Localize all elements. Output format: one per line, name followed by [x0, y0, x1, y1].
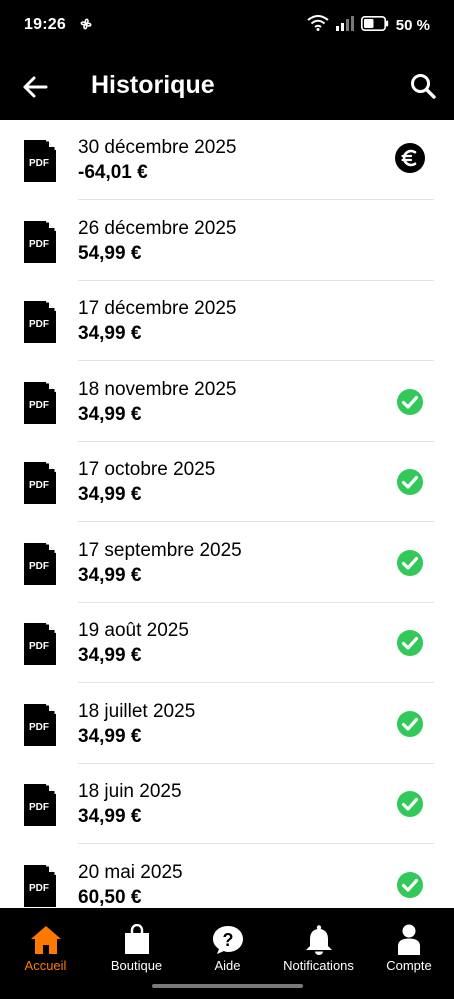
home-indicator[interactable] [152, 984, 303, 988]
paid-check-icon [396, 871, 424, 899]
invoice-date: 20 mai 2025 [78, 861, 183, 883]
search-icon [411, 74, 436, 99]
nav-label-notifications: Notifications [283, 958, 354, 973]
invoice-row[interactable]: PDF 26 décembre 2025 54,99 € [0, 201, 454, 281]
battery-percent: 50 % [395, 17, 430, 34]
status-time: 19:26 [24, 16, 66, 33]
nav-item-accueil[interactable]: Accueil [0, 908, 91, 978]
invoice-date: 18 novembre 2025 [78, 378, 237, 400]
pdf-file-icon[interactable]: PDF [24, 462, 56, 504]
invoice-row[interactable]: PDF 17 septembre 2025 34,99 € [0, 523, 454, 603]
paid-check-icon [396, 629, 424, 657]
invoice-row[interactable]: PDF 17 décembre 2025 34,99 € [0, 281, 454, 361]
pdf-label: PDF [29, 239, 49, 250]
svg-text:?: ? [222, 930, 233, 950]
pdf-file-icon[interactable]: PDF [24, 623, 56, 665]
bell-icon [305, 923, 333, 955]
invoice-list[interactable]: PDF 30 décembre 2025 -64,01 € PDF 26 décembr… [0, 120, 454, 908]
paid-check-icon [396, 468, 424, 496]
pdf-label: PDF [29, 641, 49, 652]
pdf-file-icon[interactable]: PDF [24, 381, 56, 424]
invoice-row[interactable]: PDF 18 juin 2025 34,99 € [0, 764, 454, 844]
pdf-label: PDF [29, 722, 49, 733]
nav-label-boutique: Boutique [110, 958, 163, 973]
fan-icon [78, 16, 94, 37]
pdf-file-icon[interactable]: PDF [24, 140, 56, 182]
nav-item-compte[interactable]: Compte [364, 908, 454, 978]
pdf-label: PDF [29, 883, 49, 894]
invoice-amount: 54,99 € [78, 242, 142, 264]
invoice-row[interactable]: PDF 19 août 2025 34,99 € [0, 603, 454, 683]
pdf-file-icon[interactable]: PDF [24, 301, 56, 343]
pdf-label: PDF [29, 158, 49, 169]
invoice-amount: 34,99 € [78, 484, 142, 505]
invoice-date: 19 août 2025 [78, 620, 189, 641]
nav-label-accueil: Accueil [24, 958, 67, 973]
euro-icon[interactable] [394, 142, 426, 174]
invoice-amount: -64,01 € [78, 162, 148, 183]
pdf-file-icon[interactable]: PDF [24, 784, 56, 826]
invoice-amount: 34,99 € [78, 725, 142, 747]
user-icon [397, 923, 421, 955]
invoice-amount: 34,99 € [78, 403, 142, 425]
paid-check-icon [396, 710, 424, 738]
invoice-date: 17 septembre 2025 [78, 539, 242, 561]
invoice-amount: 34,99 € [78, 564, 142, 586]
paid-check-icon [396, 790, 424, 818]
pdf-file-icon[interactable]: PDF [24, 542, 56, 585]
invoice-date: 17 décembre 2025 [78, 298, 237, 319]
invoice-date: 17 octobre 2025 [78, 459, 216, 480]
pdf-label: PDF [29, 400, 49, 411]
nav-item-notifications[interactable]: Notifications [273, 908, 364, 978]
pdf-label: PDF [29, 319, 49, 330]
invoice-amount: 60,50 € [78, 886, 142, 908]
invoice-row[interactable]: PDF 18 novembre 2025 34,99 € [0, 362, 454, 442]
pdf-label: PDF [29, 480, 49, 491]
paid-check-icon [396, 549, 424, 577]
app-bar: Historique [0, 52, 454, 120]
nav-label-aide: Aide [214, 958, 241, 973]
search-button[interactable] [406, 69, 440, 103]
help-icon: ? [212, 923, 244, 955]
invoice-date: 30 décembre 2025 [78, 137, 237, 158]
invoice-date: 18 juillet 2025 [78, 700, 196, 722]
back-button[interactable] [18, 70, 52, 104]
status-bar: 19:26 50 % [0, 0, 454, 52]
battery-icon [360, 15, 389, 36]
nav-label-compte: Compte [386, 958, 432, 973]
invoice-amount: 34,99 € [78, 323, 142, 344]
invoice-row[interactable]: PDF 30 décembre 2025 -64,01 € [0, 120, 454, 200]
shopping-bag-icon [124, 923, 150, 955]
pdf-file-icon[interactable]: PDF [24, 220, 56, 263]
nav-item-boutique[interactable]: Boutique [91, 908, 182, 978]
invoice-date: 18 juin 2025 [78, 781, 182, 802]
invoice-amount: 34,99 € [78, 806, 142, 827]
wifi-icon [307, 15, 329, 36]
pdf-label: PDF [29, 561, 49, 572]
pdf-label: PDF [29, 802, 49, 813]
nav-item-aide[interactable]: ? Aide [182, 908, 273, 978]
invoice-row[interactable]: PDF 18 juillet 2025 34,99 € [0, 684, 454, 764]
signal-icon [335, 15, 354, 36]
invoice-row[interactable]: PDF 20 mai 2025 60,50 € [0, 845, 454, 909]
page-title: Historique [91, 71, 215, 99]
invoice-amount: 34,99 € [78, 645, 142, 666]
paid-check-icon [396, 388, 424, 416]
arrow-left-icon [23, 76, 48, 98]
pdf-file-icon[interactable]: PDF [24, 864, 56, 907]
invoice-date: 26 décembre 2025 [78, 217, 237, 239]
invoice-row[interactable]: PDF 17 octobre 2025 34,99 € [0, 442, 454, 522]
home-icon [30, 923, 62, 955]
pdf-file-icon[interactable]: PDF [24, 703, 56, 746]
